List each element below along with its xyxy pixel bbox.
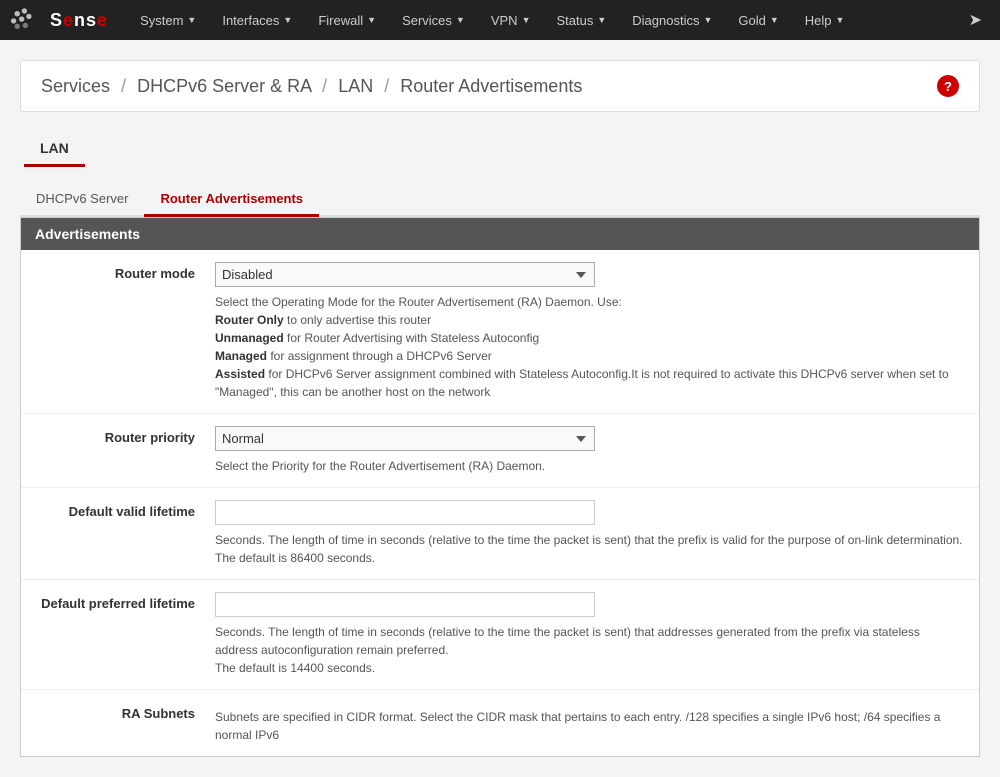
bc-dhcpv6[interactable]: DHCPv6 Server & RA [137,76,311,96]
nav-system-label: System [140,13,183,28]
nav-interfaces[interactable]: Interfaces ▼ [210,5,304,36]
breadcrumb-bar: Services / DHCPv6 Server & RA / LAN / Ro… [20,60,980,112]
nav-services[interactable]: Services ▼ [390,5,477,36]
nav-help-caret: ▼ [836,15,845,25]
router-priority-row: Router priority Normal High Low Select t… [21,414,979,488]
default-valid-lifetime-row: Default valid lifetime Seconds. The leng… [21,488,979,580]
nav-firewall[interactable]: Firewall ▼ [306,5,388,36]
router-priority-label: Router priority [35,426,215,445]
navbar: Sense System ▼ Interfaces ▼ Firewall ▼ S… [0,0,1000,40]
nav-help[interactable]: Help ▼ [793,5,857,36]
nav-system-caret: ▼ [187,15,196,25]
tab-router-advertisements[interactable]: Router Advertisements [144,183,319,217]
nav-gold-label: Gold [738,13,765,28]
nav-services-caret: ▼ [456,15,465,25]
lan-tab[interactable]: LAN [24,132,85,167]
bc-sep-1: / [121,76,126,96]
nav-diagnostics-caret: ▼ [703,15,712,25]
default-preferred-lifetime-control: Seconds. The length of time in seconds (… [215,592,965,677]
nav-firewall-caret: ▼ [367,15,376,25]
ra-subnets-help: Subnets are specified in CIDR format. Se… [215,708,965,744]
sub-tab-bar: DHCPv6 Server Router Advertisements [20,183,980,217]
nav-diagnostics[interactable]: Diagnostics ▼ [620,5,724,36]
bc-sep-3: / [384,76,389,96]
nav-vpn-caret: ▼ [522,15,531,25]
router-priority-control: Normal High Low Select the Priority for … [215,426,965,475]
advertisements-section: Advertisements Router mode Disabled Rout… [20,217,980,757]
default-preferred-lifetime-row: Default preferred lifetime Seconds. The … [21,580,979,690]
bc-sep-2: / [322,76,327,96]
brand-name: Sense [50,10,108,31]
nav-status[interactable]: Status ▼ [545,5,619,36]
breadcrumb: Services / DHCPv6 Server & RA / LAN / Ro… [41,76,582,97]
bc-lan[interactable]: LAN [338,76,373,96]
brand-icon [10,6,46,34]
bc-services[interactable]: Services [41,76,110,96]
router-mode-help: Select the Operating Mode for the Router… [215,293,965,401]
nav-status-caret: ▼ [597,15,606,25]
nav-interfaces-caret: ▼ [283,15,292,25]
nav-vpn[interactable]: VPN ▼ [479,5,543,36]
nav-gold[interactable]: Gold ▼ [726,5,790,36]
nav-system[interactable]: System ▼ [128,5,208,36]
ra-subnets-label: RA Subnets [35,702,215,721]
main-content: Services / DHCPv6 Server & RA / LAN / Ro… [0,40,1000,777]
nav-help-label: Help [805,13,832,28]
router-mode-control: Disabled Router Only Unmanaged Managed A… [215,262,965,401]
default-valid-lifetime-help: Seconds. The length of time in seconds (… [215,531,965,567]
section-header: Advertisements [21,218,979,250]
bc-router-ads: Router Advertisements [400,76,582,96]
nav-gold-caret: ▼ [770,15,779,25]
ra-subnets-row: RA Subnets Subnets are specified in CIDR… [21,690,979,756]
router-priority-help: Select the Priority for the Router Adver… [215,457,965,475]
nav-interfaces-label: Interfaces [222,13,279,28]
nav-status-label: Status [557,13,594,28]
brand-logo[interactable]: Sense [10,6,108,34]
lan-tab-bar: LAN [20,132,980,167]
default-preferred-lifetime-help: Seconds. The length of time in seconds (… [215,623,965,677]
router-mode-row: Router mode Disabled Router Only Unmanag… [21,250,979,414]
logout-button[interactable]: ➤ [961,2,990,38]
nav-diagnostics-label: Diagnostics [632,13,699,28]
router-priority-select[interactable]: Normal High Low [215,426,595,451]
router-mode-select[interactable]: Disabled Router Only Unmanaged Managed A… [215,262,595,287]
default-valid-lifetime-input[interactable] [215,500,595,525]
router-mode-label: Router mode [35,262,215,281]
default-valid-lifetime-control: Seconds. The length of time in seconds (… [215,500,965,567]
nav-vpn-label: VPN [491,13,518,28]
nav-menu: System ▼ Interfaces ▼ Firewall ▼ Service… [128,5,961,36]
default-preferred-lifetime-label: Default preferred lifetime [35,592,215,611]
default-preferred-lifetime-input[interactable] [215,592,595,617]
help-icon[interactable]: ? [937,75,959,97]
ra-subnets-control: Subnets are specified in CIDR format. Se… [215,702,965,744]
nav-firewall-label: Firewall [318,13,363,28]
nav-services-label: Services [402,13,452,28]
default-valid-lifetime-label: Default valid lifetime [35,500,215,519]
tab-dhcpv6-server[interactable]: DHCPv6 Server [20,183,144,217]
